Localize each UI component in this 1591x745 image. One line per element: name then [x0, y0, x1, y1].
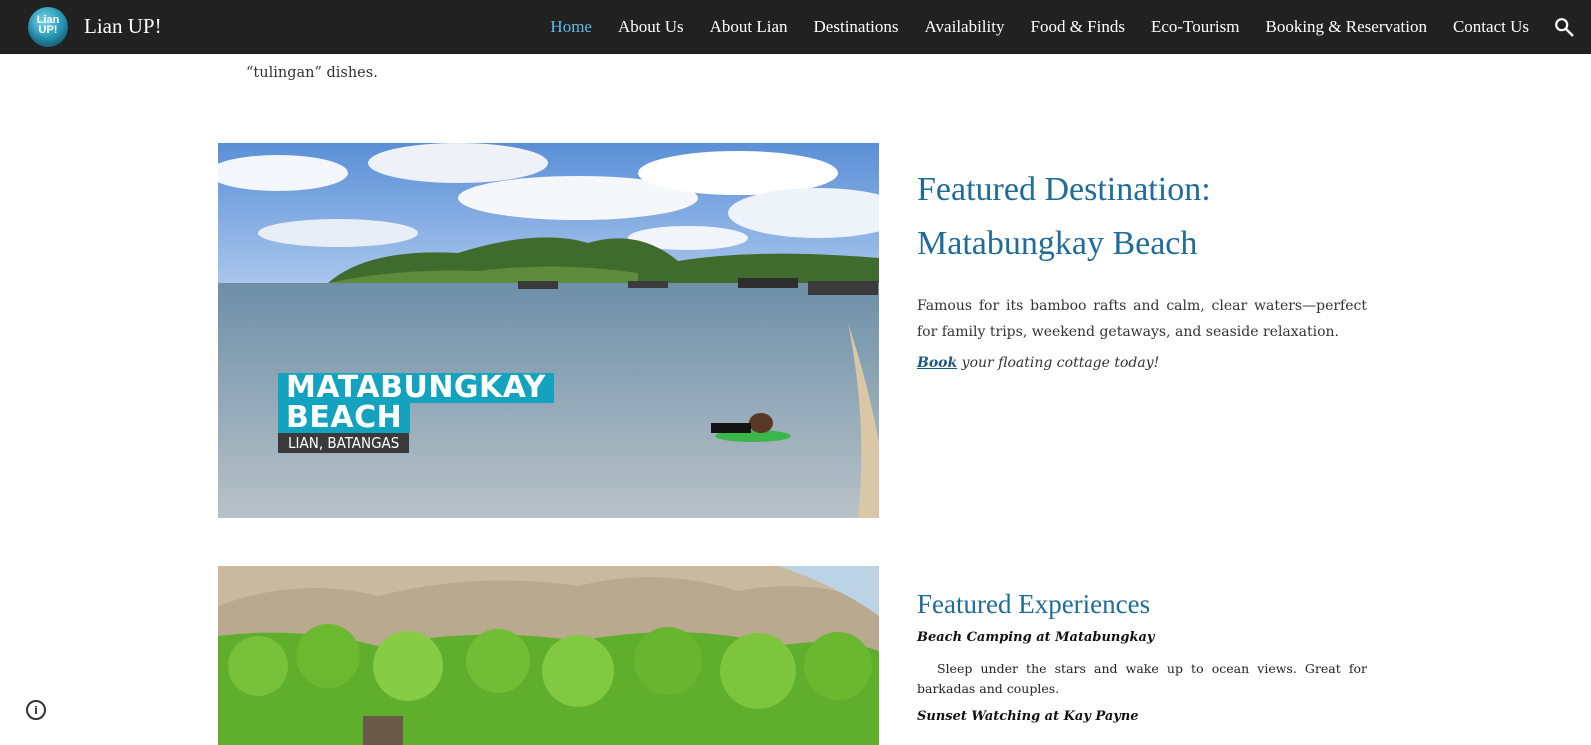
badge-title-line1: MATABUNGKAY — [278, 373, 554, 403]
book-link[interactable]: Book — [917, 355, 957, 371]
destination-description: Famous for its bamboo rafts and calm, cl… — [917, 298, 1367, 340]
experience-desc-1: Sleep under the stars and wake up to oce… — [917, 661, 1367, 696]
matabungkay-beach-image: MATABUNGKAY BEACH LIAN, BATANGAS — [218, 143, 879, 518]
heading-line2: Matabungkay Beach — [917, 225, 1198, 262]
search-icon[interactable] — [1553, 16, 1575, 38]
badge-subtitle: LIAN, BATANGAS — [278, 433, 410, 453]
previous-section-text: “tulingan” dishes. — [246, 30, 946, 86]
remnant-line: “tulingan” dishes. — [246, 65, 378, 81]
info-icon[interactable]: i — [26, 700, 46, 720]
nav-food-finds[interactable]: Food & Finds — [1030, 17, 1124, 37]
logo-text: Lian UP! — [36, 14, 60, 36]
book-text: your floating cottage today! — [957, 355, 1160, 371]
experience-title-2: Sunset Watching at Kay Payne — [917, 709, 1139, 724]
featured-destination: Featured Destination: Matabungkay Beach … — [917, 163, 1367, 371]
beach-photo — [218, 143, 879, 518]
featured-experiences-heading: Featured Experiences — [917, 589, 1151, 619]
mangrove-photo — [218, 566, 879, 745]
featured-experiences: Featured Experiences Beach Camping at Ma… — [917, 586, 1367, 724]
beach-badge: MATABUNGKAY BEACH LIAN, BATANGAS — [278, 373, 554, 453]
featured-destination-heading: Featured Destination: Matabungkay Beach — [917, 163, 1367, 271]
book-line: Book your floating cottage today! — [917, 355, 1367, 371]
nav-eco-tourism[interactable]: Eco-Tourism — [1151, 17, 1240, 37]
nav-contact-us[interactable]: Contact Us — [1453, 17, 1529, 37]
site-logo[interactable]: Lian UP! — [28, 7, 68, 47]
nav-booking[interactable]: Booking & Reservation — [1265, 17, 1426, 37]
site-title[interactable]: Lian UP! — [84, 14, 162, 39]
badge-title-line2: BEACH — [278, 403, 411, 433]
mangrove-image — [218, 566, 879, 745]
experience-title-1: Beach Camping at Matabungkay — [917, 630, 1155, 645]
heading-line1: Featured Destination: — [917, 171, 1211, 208]
